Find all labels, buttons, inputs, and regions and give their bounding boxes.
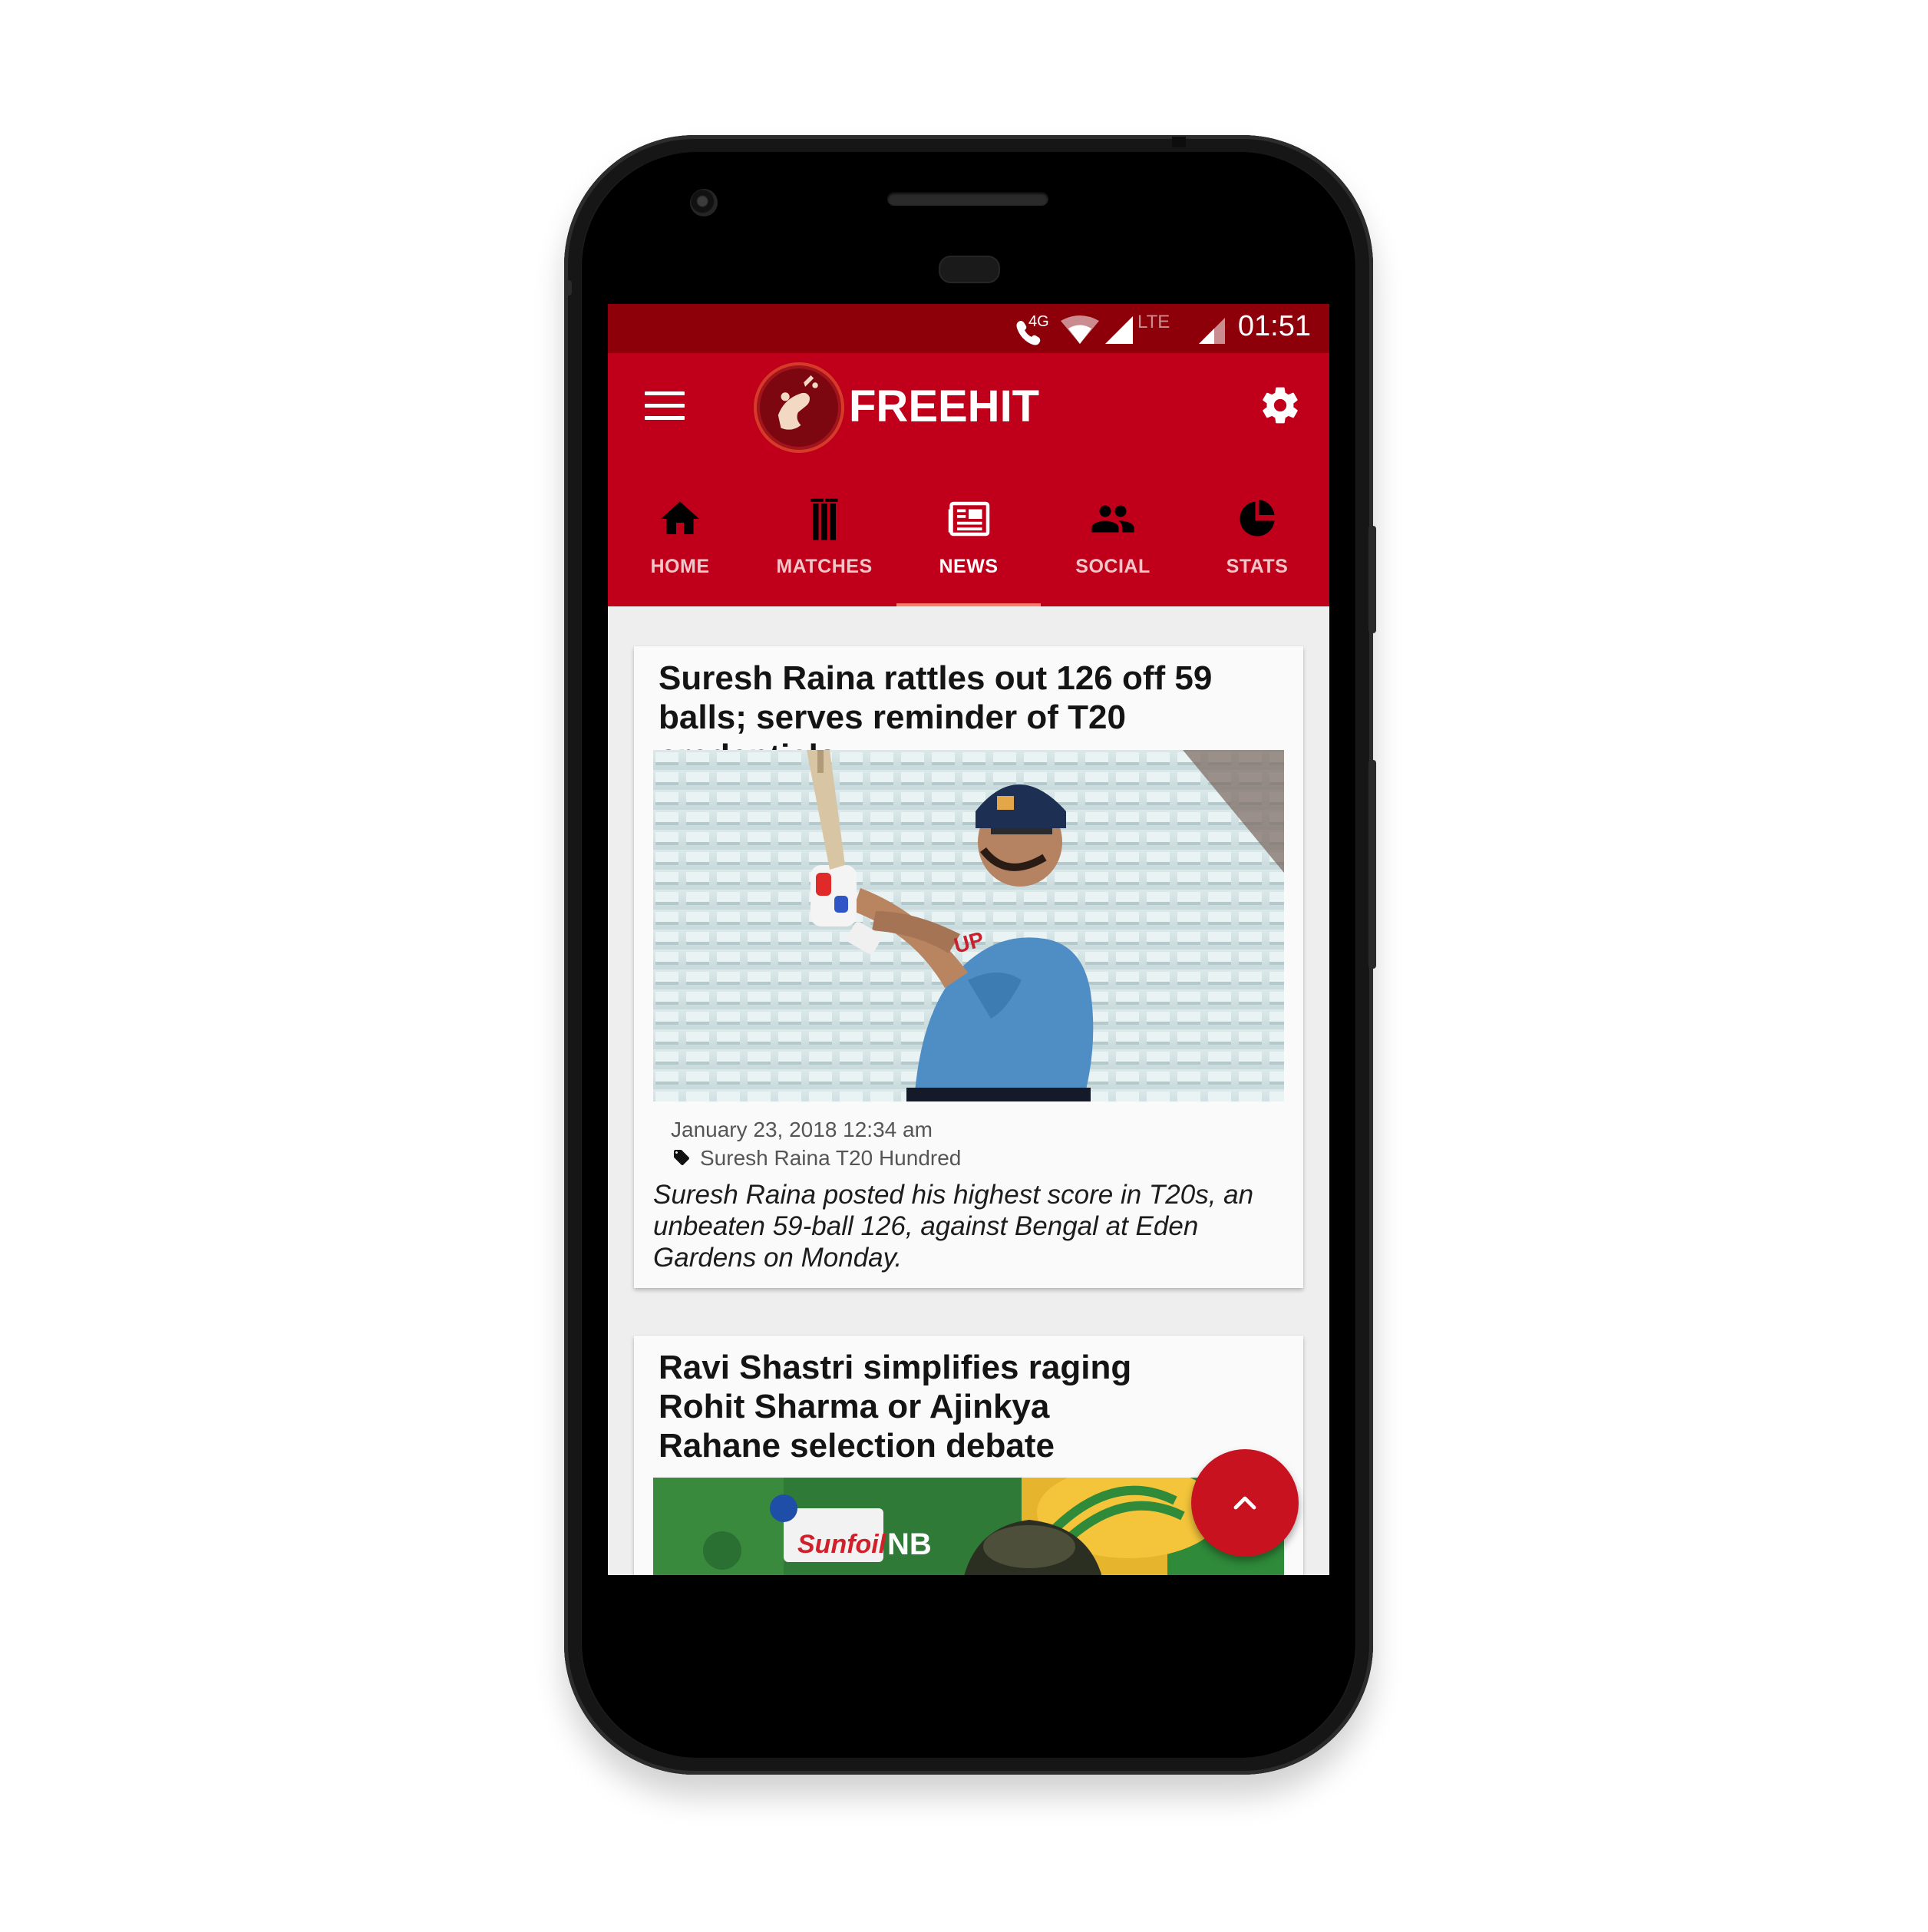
tab-home[interactable]: HOME	[608, 468, 752, 606]
app-title: FREEHIT	[849, 381, 1040, 431]
news-image[interactable]: UP	[653, 750, 1284, 1101]
status-time: 01:51	[1237, 310, 1311, 342]
network-type-label: 4G	[1028, 313, 1049, 330]
signal-strength-icon	[1105, 316, 1133, 344]
hamburger-icon[interactable]	[645, 391, 685, 422]
svg-text:NB: NB	[887, 1527, 932, 1561]
tab-label: NEWS	[939, 556, 999, 577]
tab-social[interactable]: SOCIAL	[1041, 468, 1185, 606]
news-title[interactable]: Ravi Shastri simplifies raging Rohit Sha…	[659, 1348, 1150, 1465]
status-bar: 4G LTE 01:51	[608, 304, 1329, 353]
tab-stats[interactable]: STATS	[1185, 468, 1329, 606]
front-camera	[690, 189, 718, 216]
news-excerpt: Suresh Raina posted his highest score in…	[653, 1180, 1254, 1273]
news-feed: Suresh Raina rattles out 126 off 59 ball…	[608, 606, 1329, 1586]
home-icon	[661, 501, 699, 534]
proximity-sensor	[939, 256, 1000, 283]
tab-bar: HOME MATCHES NEWS SOCIAL STATS	[608, 468, 1329, 607]
news-date: January 23, 2018 12:34 am	[671, 1118, 933, 1141]
app-bar: FREEHIT	[608, 353, 1329, 468]
tab-label: STATS	[1226, 556, 1289, 577]
scroll-to-top-button[interactable]	[1191, 1449, 1299, 1557]
screen-bottom-edge	[608, 1575, 1329, 1586]
stumps-icon	[810, 498, 838, 540]
gear-icon[interactable]	[1259, 384, 1302, 427]
wifi-icon	[1061, 315, 1099, 344]
tab-news[interactable]: NEWS	[896, 468, 1041, 606]
pie-chart-icon	[1240, 500, 1275, 537]
news-card[interactable]: Ravi Shastri simplifies raging Rohit Sha…	[634, 1336, 1303, 1586]
tab-label: MATCHES	[776, 556, 873, 577]
tab-matches[interactable]: MATCHES	[752, 468, 896, 606]
phone-top-notch	[1172, 137, 1186, 147]
volume-button	[1368, 760, 1376, 969]
tab-label: SOCIAL	[1075, 556, 1151, 577]
power-button	[1368, 526, 1376, 633]
phone-side-slot	[566, 280, 572, 296]
earpiece-speaker	[887, 192, 1048, 206]
news-card[interactable]: Suresh Raina rattles out 126 off 59 ball…	[634, 646, 1303, 1288]
news-tags[interactable]: Suresh Raina T20 Hundred	[700, 1146, 961, 1171]
phone-screen: 4G LTE 01:51 FREEHIT HOME MATCHES NEWS S…	[608, 304, 1329, 1586]
tag-icon	[674, 1150, 689, 1165]
chevron-up-icon	[1233, 1496, 1256, 1510]
tab-label: HOME	[650, 556, 710, 577]
newspaper-icon	[948, 501, 990, 537]
news-image[interactable]: Sunfoil NB	[653, 1478, 1284, 1586]
app-logo-icon	[754, 362, 844, 453]
sponsor-logo-text: Sunfoil	[797, 1530, 887, 1559]
lte-label: LTE	[1137, 312, 1170, 332]
people-icon	[1091, 505, 1134, 533]
